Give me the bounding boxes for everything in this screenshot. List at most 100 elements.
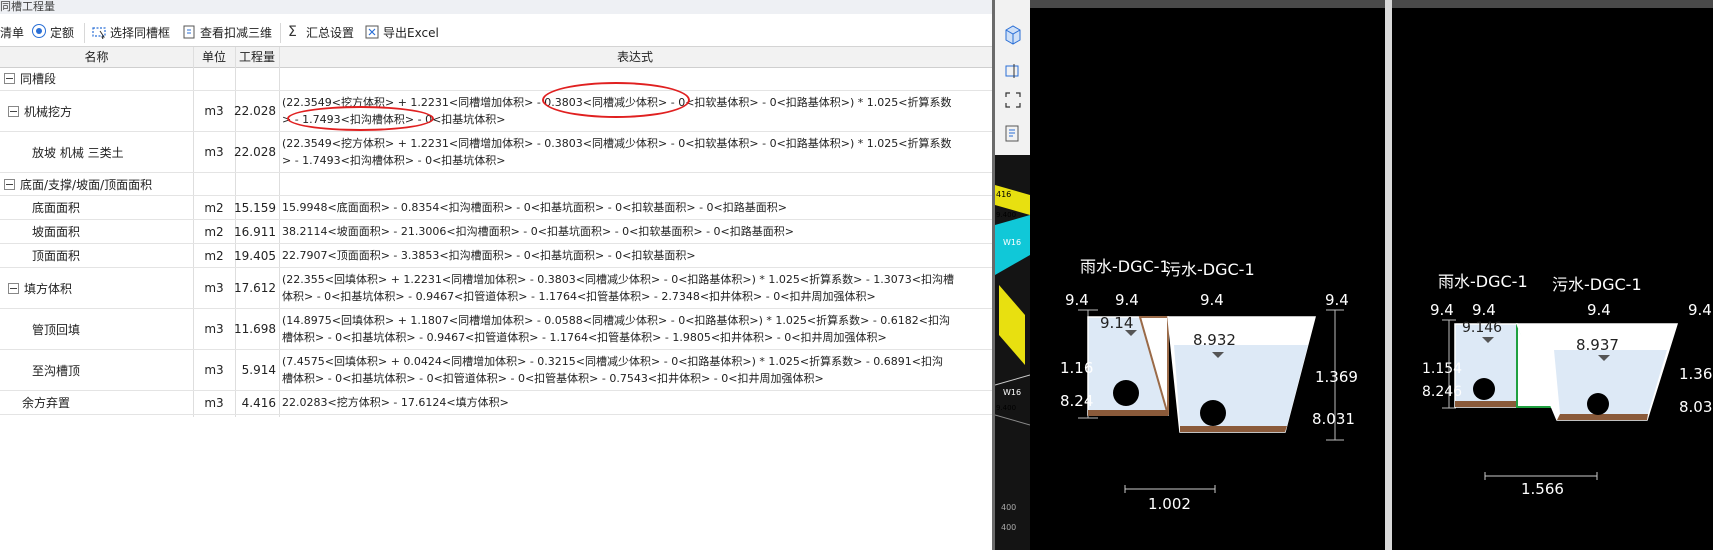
select-frame-icon xyxy=(92,27,106,39)
row-expression[interactable]: 22.7907<顶面面积> - 3.3853<扣沟槽面积> - 0<扣基坑面积>… xyxy=(279,244,991,267)
row-name: 机械挖方 xyxy=(24,104,73,119)
table-row[interactable]: 坡面面积 m2 16.911 38.2114<坡面面积> - 21.3006<扣… xyxy=(0,220,992,244)
window-title: 同槽工程量 xyxy=(0,0,55,13)
top-level-label: 9.4 xyxy=(1325,291,1349,309)
column-header-name[interactable]: 名称 xyxy=(0,47,193,67)
expression-line: 槽体积> - 0<扣基坑体积> - 0<扣管道体积> - 0<扣管基体积> - … xyxy=(282,372,824,385)
rain-bottom-label: 8.246 xyxy=(1422,384,1462,400)
summary-settings-label: 汇总设置 xyxy=(306,26,355,40)
row-qty: 4.416 xyxy=(241,395,276,410)
sewage-pipe-label: 污水-DGC-1 xyxy=(1165,260,1255,279)
minimap-label: W16 xyxy=(1003,388,1021,397)
sewage-bottom-label: 8.031 xyxy=(1312,410,1355,428)
section-view-1[interactable]: 雨水-DGC-1 污水-DGC-1 9.4 9.4 9.4 9.4 9.14 8… xyxy=(1030,0,1385,550)
column-divider xyxy=(193,47,194,67)
row-qty: 22.028 xyxy=(234,104,276,118)
top-level-label: 9.4 xyxy=(1472,301,1496,319)
table-row[interactable]: 机械挖方 m3 22.028 (22.3549<挖方体积> + 1.2231<同… xyxy=(0,91,992,132)
minimap-label: 9.400 xyxy=(996,404,1016,412)
rain-water-level: 9.14 xyxy=(1100,314,1133,332)
column-header-qty[interactable]: 工程量 xyxy=(235,47,279,67)
table-row[interactable]: 底面面积 m2 15.159 15.9948<底面面积> - 0.8354<扣沟… xyxy=(0,196,992,220)
rain-bottom-label: 8.24 xyxy=(1060,392,1093,410)
table-row[interactable]: 余方弃置 m3 4.416 22.0283<挖方体积> - 17.6124<填方… xyxy=(0,391,992,415)
sewage-water-level: 8.932 xyxy=(1193,331,1236,349)
row-expression[interactable]: (22.3549<挖方体积> + 1.2231<同槽增加体积> - 0.3803… xyxy=(279,132,991,172)
row-qty: 16.911 xyxy=(234,224,276,239)
collapse-toggle[interactable] xyxy=(8,105,19,117)
column-divider xyxy=(279,47,280,67)
row-expression[interactable]: (22.355<回填体积> + 1.2231<同槽增加体积> - 0.3803<… xyxy=(279,268,991,308)
rain-pipe-label: 雨水-DGC-1 xyxy=(1080,257,1170,276)
row-name: 坡面面积 xyxy=(32,225,81,239)
row-name: 顶面面积 xyxy=(32,249,81,263)
view-3d-label: 查看扣减三维 xyxy=(200,26,273,40)
row-expression[interactable]: 15.9948<底面面积> - 0.8354<扣沟槽面积> - 0<扣基坑面积>… xyxy=(279,196,991,219)
row-qty: 19.405 xyxy=(234,248,276,263)
row-name: 底面面积 xyxy=(32,201,81,215)
column-header-expression[interactable]: 表达式 xyxy=(279,47,991,67)
section-view-2[interactable]: 雨水-DGC-1 污水-DGC-1 9.4 9.4 9.4 9.4 9.146 … xyxy=(1392,0,1713,550)
minimap-label: 416 xyxy=(996,190,1011,199)
width-dimension: 1.002 xyxy=(1148,495,1191,513)
row-name: 管顶回填 xyxy=(32,322,81,337)
row-unit: m3 xyxy=(204,395,224,410)
quota-radio[interactable] xyxy=(32,24,46,38)
table-row[interactable]: 填方体积 m3 17.612 (22.355<回填体积> + 1.2231<同槽… xyxy=(0,268,992,309)
cube-icon[interactable] xyxy=(1003,24,1023,46)
row-qty: 15.159 xyxy=(234,200,276,215)
collapse-toggle[interactable] xyxy=(8,282,19,294)
row-unit: m3 xyxy=(204,363,224,377)
toolbar-separator xyxy=(84,23,85,43)
top-level-label: 9.4 xyxy=(1430,301,1454,319)
fullscreen-icon[interactable] xyxy=(1004,91,1022,109)
row-qty: 11.698 xyxy=(234,322,276,336)
cad-minimap: 416 9.400 W16 W16 9.400 400 400 xyxy=(995,155,1030,550)
rain-pipe-label: 雨水-DGC-1 xyxy=(1438,272,1528,291)
row-qty: 17.612 xyxy=(234,281,276,295)
column-divider xyxy=(235,47,236,67)
list-settings-icon[interactable] xyxy=(1004,124,1022,144)
minimap-label: 9.400 xyxy=(996,211,1016,219)
view-separator xyxy=(1385,0,1392,550)
column-header-unit[interactable]: 单位 xyxy=(193,47,235,67)
row-expression[interactable]: 22.0283<挖方体积> - 17.6124<填方体积> xyxy=(279,391,991,414)
sewage-water-level: 8.937 xyxy=(1576,336,1619,354)
row-expression[interactable]: 38.2114<坡面面积> - 21.3006<扣沟槽面积> - 0<扣基坑面积… xyxy=(279,220,991,243)
table-row[interactable]: 放坡 机械 三类土 m3 22.028 (22.3549<挖方体积> + 1.2… xyxy=(0,132,992,173)
expression-line: 体积> - 0<扣基坑体积> - 0.9467<扣管道体积> - 1.1764<… xyxy=(282,290,876,303)
row-unit: m2 xyxy=(204,224,224,239)
expression-line: 槽体积> - 0<扣基坑体积> - 0.9467<扣管道体积> - 1.1764… xyxy=(282,331,887,344)
top-level-label: 9.4 xyxy=(1065,291,1089,309)
row-unit: m2 xyxy=(204,200,224,215)
table-row[interactable]: 顶面面积 m2 19.405 22.7907<顶面面积> - 3.3853<扣沟… xyxy=(0,244,992,268)
sewage-depth-label: 1.363 xyxy=(1679,365,1713,383)
quota-mode-label[interactable]: 定额 xyxy=(50,24,74,42)
row-expression[interactable]: (7.4575<回填体积> + 0.0424<同槽增加体积> - 0.3215<… xyxy=(279,350,991,390)
toolbar: 清单 定额 选择同槽框 查看扣减三维 Σ 汇总设置 导出Excel xyxy=(0,18,992,46)
select-frame-label: 选择同槽框 xyxy=(110,26,171,40)
expression-line: (14.8975<回填体积> + 1.1807<同槽增加体积> - 0.0588… xyxy=(282,314,951,327)
side-toolbar xyxy=(995,0,1030,155)
collapse-toggle[interactable] xyxy=(4,73,15,84)
top-level-label: 9.4 xyxy=(1688,301,1712,319)
table-row[interactable]: 底面/支撑/坡面/顶面面积 xyxy=(0,173,992,196)
collapse-toggle[interactable] xyxy=(4,178,15,190)
table-row[interactable]: 同槽段 xyxy=(0,67,992,91)
sewage-depth-label: 1.369 xyxy=(1315,368,1358,386)
row-expression[interactable]: (14.8975<回填体积> + 1.1807<同槽增加体积> - 0.0588… xyxy=(279,309,991,349)
row-name: 底面/支撑/坡面/顶面面积 xyxy=(20,177,153,192)
highlight-circle-reduction xyxy=(542,82,690,118)
row-qty: 22.028 xyxy=(234,145,276,159)
table-row[interactable]: 管顶回填 m3 11.698 (14.8975<回填体积> + 1.1807<同… xyxy=(0,309,992,350)
list-mode-label[interactable]: 清单 xyxy=(0,24,24,42)
row-name: 同槽段 xyxy=(20,72,57,86)
top-level-label: 9.4 xyxy=(1200,291,1224,309)
trench-section-drawing: 雨水-DGC-1 污水-DGC-1 9.4 9.4 9.4 9.4 9.146 … xyxy=(1422,272,1713,498)
frame-select-icon[interactable] xyxy=(1004,62,1022,80)
minimap-label: 400 xyxy=(1001,523,1016,532)
rain-depth-label: 1.154 xyxy=(1422,361,1462,377)
window-title-bar: 同槽工程量 xyxy=(0,0,992,14)
table-row[interactable]: 至沟槽顶 m3 5.914 (7.4575<回填体积> + 0.0424<同槽增… xyxy=(0,350,992,391)
minimap-label: W16 xyxy=(1003,238,1021,247)
